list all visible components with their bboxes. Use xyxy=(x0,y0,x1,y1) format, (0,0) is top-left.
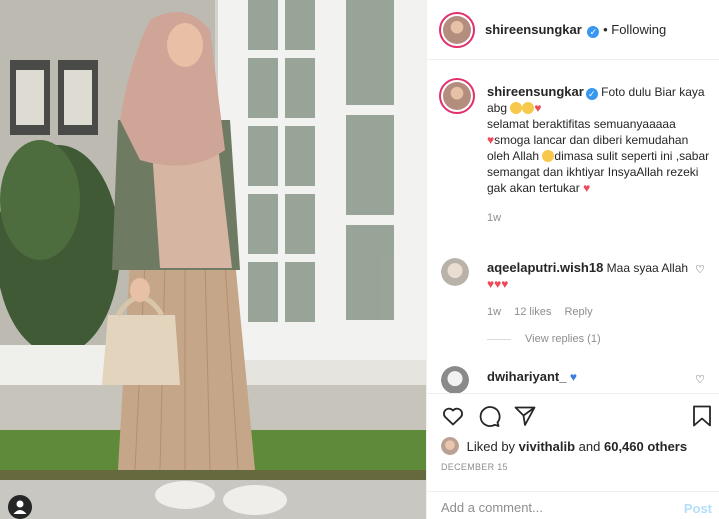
comment-username[interactable]: dwihariyant_ xyxy=(487,369,566,384)
comment-likes[interactable]: 12 likes xyxy=(514,306,551,318)
view-replies-button[interactable]: View replies (1) xyxy=(487,333,601,345)
smile-emoji-icon xyxy=(542,150,555,162)
post-actions: Liked by vivithalib and 60,460 others DE… xyxy=(427,393,719,483)
heart-icon[interactable] xyxy=(441,404,465,428)
comment-item: dwihariyant_ ♥ xyxy=(487,369,707,385)
post-side-panel: shireensungkar ✓ • Following shireensung… xyxy=(426,0,719,519)
post-date[interactable]: DECEMBER 15 xyxy=(441,462,508,472)
comment-meta: 1w 12 likes Reply xyxy=(487,304,707,320)
liked-by-others[interactable]: 60,460 others xyxy=(604,439,687,454)
comment-item: aqeelaputri.wish18 Maa syaa Allah ♥♥♥ 1w… xyxy=(487,260,707,320)
caption-age[interactable]: 1w xyxy=(487,210,713,226)
user-tag-icon[interactable] xyxy=(8,495,32,519)
view-replies-label: View replies (1) xyxy=(525,333,601,345)
red-heart-emoji-icon: ♥ xyxy=(534,101,542,115)
post-comment-button[interactable]: Post xyxy=(684,501,712,516)
post-caption: shireensungkar ✓ Foto dulu Biar kaya abg … xyxy=(487,84,713,226)
red-heart-emoji-icon: ♥ xyxy=(583,181,591,195)
replies-divider xyxy=(487,338,511,340)
liked-by-summary: Liked by vivithalib and 60,460 others xyxy=(441,437,687,455)
comment-avatar[interactable] xyxy=(441,258,469,286)
add-comment-bar: Post xyxy=(427,491,719,519)
post-header: shireensungkar ✓ • Following xyxy=(427,0,719,60)
caption-avatar[interactable] xyxy=(439,78,475,114)
caption-line-2: selamat beraktifitas semuanyaaaaa xyxy=(487,117,676,131)
liked-by-prefix: Liked by xyxy=(466,439,516,454)
post-photo-image xyxy=(0,0,426,519)
blue-heart-emoji-icon: ♥ xyxy=(569,370,577,384)
comment-reply-button[interactable]: Reply xyxy=(564,306,592,318)
comment-avatar[interactable] xyxy=(441,366,469,394)
comment-icon[interactable] xyxy=(477,404,501,428)
upside-down-emoji-icon xyxy=(522,102,535,114)
grin-emoji-icon xyxy=(510,102,523,114)
liked-by-user[interactable]: vivithalib xyxy=(519,439,575,454)
caption-username[interactable]: shireensungkar xyxy=(487,84,584,99)
verified-badge-icon: ✓ xyxy=(587,26,600,38)
follow-separator: • xyxy=(603,22,608,37)
comment-username[interactable]: aqeelaputri.wish18 xyxy=(487,260,603,275)
add-comment-input[interactable] xyxy=(441,500,661,515)
paper-plane-icon[interactable] xyxy=(513,404,537,428)
liked-by-and: and xyxy=(578,439,601,454)
comment-age[interactable]: 1w xyxy=(487,306,501,318)
following-button[interactable]: Following xyxy=(611,22,666,37)
liker-avatar[interactable] xyxy=(441,437,459,455)
comment-like-heart-icon[interactable]: ♡ xyxy=(695,373,705,386)
verified-badge-icon: ✓ xyxy=(585,88,598,100)
comment-like-heart-icon[interactable]: ♡ xyxy=(695,263,705,276)
red-heart-emoji-icon: ♥♥♥ xyxy=(487,277,509,291)
author-avatar[interactable] xyxy=(439,12,475,48)
comment-text: Maa syaa Allah xyxy=(606,261,689,275)
author-username[interactable]: shireensungkar xyxy=(485,22,582,37)
post-photo[interactable] xyxy=(0,0,426,519)
bookmark-icon[interactable] xyxy=(690,404,714,428)
